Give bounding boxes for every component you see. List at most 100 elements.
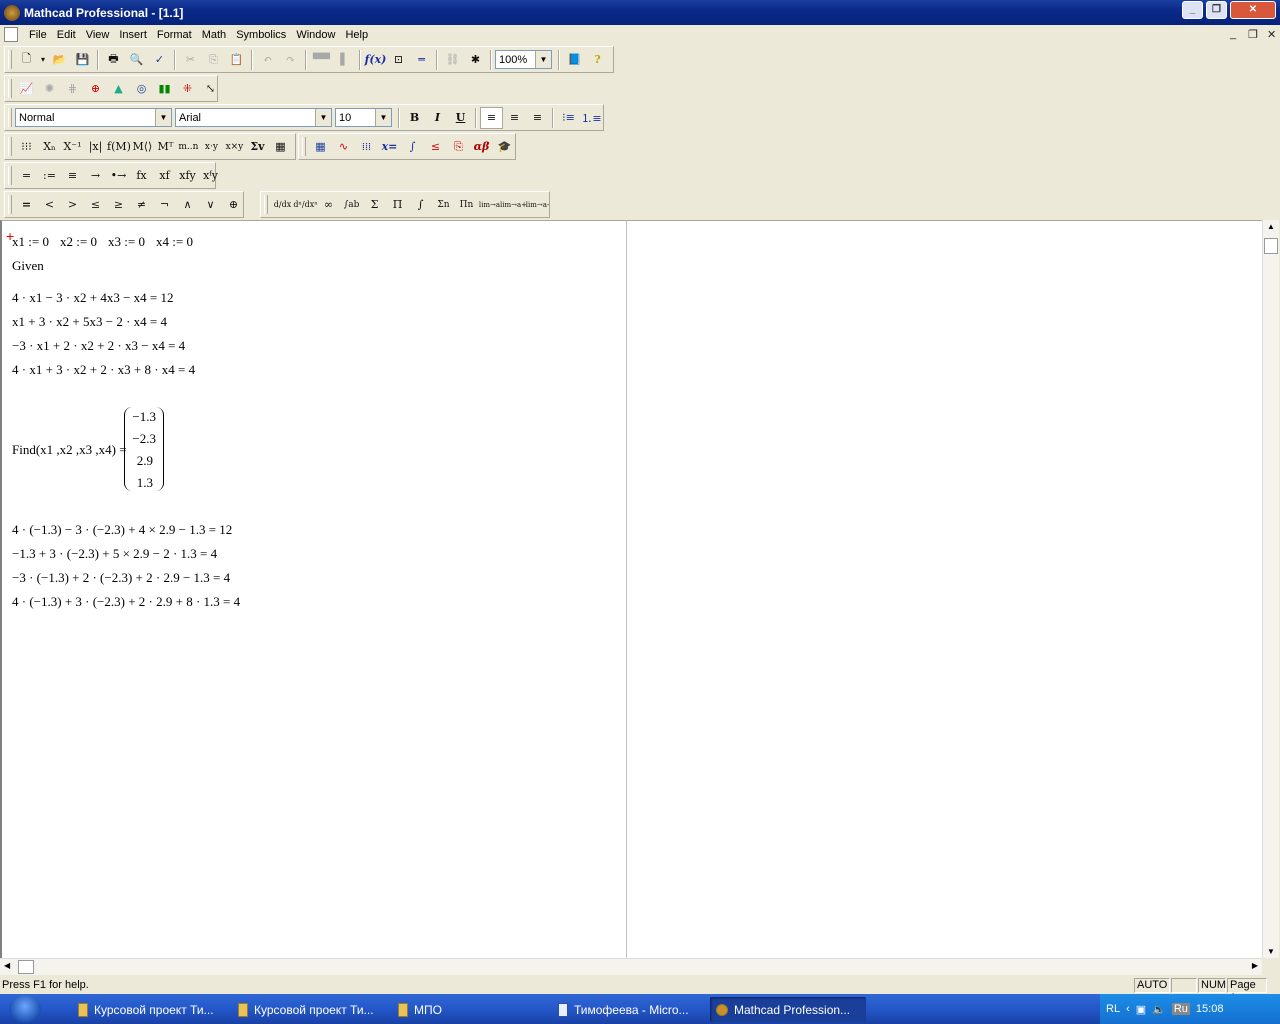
menu-window[interactable]: Window bbox=[291, 29, 340, 41]
bool-greater[interactable]: > bbox=[61, 194, 84, 216]
taskbar-item-folder-1[interactable]: Курсовой проект Ти... bbox=[72, 997, 222, 1022]
insert-unit-icon[interactable]: ⊡ bbox=[387, 49, 410, 71]
scroll-down-icon[interactable]: ▼ bbox=[1267, 947, 1275, 956]
calc-left-limit[interactable]: lim→a- bbox=[526, 194, 550, 216]
copy-icon[interactable]: ⎘ bbox=[202, 49, 225, 71]
bool-and[interactable]: ∧ bbox=[176, 194, 199, 216]
eval-equals[interactable]: = bbox=[15, 165, 38, 187]
find-expression[interactable]: Find(x1 ,x2 ,x3 ,x4) = bbox=[12, 442, 127, 458]
taskbar-item-word[interactable]: Тимофеева - Micro... bbox=[552, 997, 702, 1022]
bold-button[interactable]: B bbox=[403, 107, 426, 129]
calc-right-limit[interactable]: lim→a+ bbox=[500, 194, 527, 216]
save-icon[interactable]: 💾 bbox=[71, 49, 94, 71]
component-wizard-icon[interactable]: ✱ bbox=[464, 49, 487, 71]
bool-xor[interactable]: ⊕ bbox=[222, 194, 245, 216]
new-dropdown-icon[interactable]: ▾ bbox=[38, 49, 48, 71]
xy-plot-icon[interactable]: 📈 bbox=[15, 78, 38, 100]
bullets-icon[interactable]: ⁝≡ bbox=[557, 107, 580, 129]
horizontal-scroll-thumb[interactable] bbox=[18, 960, 34, 974]
calc-product[interactable]: Π bbox=[386, 194, 409, 216]
matrix-toolbar-icon[interactable]: ⁞⁞⁞ bbox=[355, 136, 378, 158]
plot-wizard-icon[interactable]: ⤡ bbox=[199, 78, 222, 100]
language-indicator[interactable]: RL bbox=[1106, 1003, 1120, 1015]
calc-infinity[interactable]: ∞ bbox=[317, 194, 340, 216]
doc-minimize-button[interactable]: _ bbox=[1230, 28, 1236, 40]
volume-icon[interactable]: 🔈 bbox=[1152, 1003, 1166, 1016]
column-icon[interactable]: M⟨⟩ bbox=[131, 136, 154, 158]
eval-infix[interactable]: xfy bbox=[176, 165, 199, 187]
calc-nth-derivative[interactable]: dⁿ/dxⁿ bbox=[293, 194, 317, 216]
insert-hyperlink-icon[interactable]: ⛓ bbox=[441, 49, 464, 71]
calculator-toolbar-icon[interactable]: ▦ bbox=[309, 136, 332, 158]
align-right-icon[interactable]: ≡ bbox=[526, 107, 549, 129]
calculus-toolbar-icon[interactable]: ∫ bbox=[401, 136, 424, 158]
doc-restore-button[interactable]: ❐ bbox=[1248, 28, 1258, 41]
evaluation-toolbar-icon[interactable]: x= bbox=[378, 136, 401, 158]
calc-limit[interactable]: lim→a bbox=[478, 194, 501, 216]
range-variable-icon[interactable]: m..n bbox=[177, 136, 200, 158]
restore-button[interactable]: ❐ bbox=[1206, 1, 1227, 19]
define-x1[interactable]: x1 := 0 bbox=[12, 234, 49, 250]
start-button[interactable] bbox=[0, 994, 50, 1024]
equation-3[interactable]: −3 · x1 + 2 · x2 + 2 · x3 − x4 = 4 bbox=[12, 338, 185, 354]
print-preview-icon[interactable]: 🔍 bbox=[125, 49, 148, 71]
taskbar-item-folder-2[interactable]: Курсовой проект Ти... bbox=[232, 997, 382, 1022]
worksheet[interactable]: + x1 := 0 x2 := 0 x3 := 0 x4 := 0 Given … bbox=[0, 220, 1262, 958]
scroll-up-icon[interactable]: ▲ bbox=[1267, 222, 1275, 231]
vertical-scrollbar[interactable]: ▲ ▼ bbox=[1262, 220, 1279, 958]
bool-equal[interactable]: = bbox=[15, 194, 38, 216]
show-hidden-icons-icon[interactable]: ‹ bbox=[1126, 1003, 1130, 1015]
calc-derivative[interactable]: d/dx bbox=[271, 194, 294, 216]
menu-symbolics[interactable]: Symbolics bbox=[231, 29, 291, 41]
subscript-icon[interactable]: Xₙ bbox=[38, 136, 61, 158]
insert-matrix-icon[interactable]: ⁝⁝⁝ bbox=[15, 136, 38, 158]
align-down-icon[interactable]: ▌ bbox=[333, 49, 356, 71]
eval-postfix[interactable]: xf bbox=[153, 165, 176, 187]
menu-help[interactable]: Help bbox=[340, 29, 373, 41]
spellcheck-icon[interactable]: ✓ bbox=[148, 49, 171, 71]
eval-define[interactable]: := bbox=[38, 165, 61, 187]
check-3[interactable]: −3 · (−1.3) + 2 · (−2.3) + 2 · 2.9 − 1.3… bbox=[12, 570, 230, 586]
menu-insert[interactable]: Insert bbox=[114, 29, 152, 41]
eval-treefix[interactable]: xᶠy bbox=[199, 165, 222, 187]
vector-field-icon[interactable]: ⁜ bbox=[176, 78, 199, 100]
align-center-icon[interactable]: ≡ bbox=[503, 107, 526, 129]
define-x2[interactable]: x2 := 0 bbox=[60, 234, 97, 250]
align-left-icon[interactable]: ≡ bbox=[480, 106, 503, 129]
zoom-select[interactable]: 100% ▼ bbox=[495, 50, 552, 69]
3d-bar-icon[interactable]: ◎ bbox=[130, 78, 153, 100]
eval-symbolic[interactable]: → bbox=[84, 165, 107, 187]
bool-greater-equal[interactable]: ≥ bbox=[107, 194, 130, 216]
minimize-button[interactable]: _ bbox=[1182, 1, 1203, 19]
transpose-icon[interactable]: Mᵀ bbox=[154, 136, 177, 158]
dot-product-icon[interactable]: x·y bbox=[200, 136, 223, 158]
bool-or[interactable]: ∨ bbox=[199, 194, 222, 216]
menu-file[interactable]: File bbox=[24, 29, 52, 41]
italic-button[interactable]: I bbox=[426, 107, 449, 129]
check-4[interactable]: 4 · (−1.3) + 3 · (−2.3) + 2 · 2.9 + 8 · … bbox=[12, 594, 240, 610]
calc-range-sum[interactable]: Σn bbox=[432, 194, 455, 216]
clock[interactable]: 15:08 bbox=[1196, 1003, 1224, 1015]
equation-2[interactable]: x1 + 3 · x2 + 5x3 − 2 · x4 = 4 bbox=[12, 314, 167, 330]
bool-less[interactable]: < bbox=[38, 194, 61, 216]
bool-less-equal[interactable]: ≤ bbox=[84, 194, 107, 216]
bar-chart-icon[interactable]: ▮▮ bbox=[153, 78, 176, 100]
3d-scatter-icon[interactable]: ▲ bbox=[107, 78, 130, 100]
calculate-icon[interactable]: ═ bbox=[410, 49, 433, 71]
boolean-toolbar-icon[interactable]: ≤ bbox=[424, 136, 447, 158]
insert-function-icon[interactable]: f(x) bbox=[364, 49, 387, 71]
inverse-icon[interactable]: X⁻¹ bbox=[61, 136, 84, 158]
doc-close-button[interactable]: ✕ bbox=[1267, 28, 1276, 41]
network-icon[interactable]: ▣ bbox=[1136, 1003, 1146, 1016]
graph-toolbar-icon[interactable]: ∿ bbox=[332, 136, 355, 158]
menu-edit[interactable]: Edit bbox=[52, 29, 81, 41]
greek-toolbar-icon[interactable]: αβ bbox=[470, 136, 493, 158]
check-1[interactable]: 4 · (−1.3) − 3 · (−2.3) + 4 × 2.9 − 1.3 … bbox=[12, 522, 232, 538]
check-2[interactable]: −1.3 + 3 · (−2.3) + 5 × 2.9 − 2 · 1.3 = … bbox=[12, 546, 217, 562]
eval-prefix[interactable]: fx bbox=[130, 165, 153, 187]
calc-definite-integral[interactable]: ∫ab bbox=[340, 194, 363, 216]
underline-button[interactable]: U bbox=[449, 107, 472, 129]
define-x4[interactable]: x4 := 0 bbox=[156, 234, 193, 250]
eval-keyword-symbolic[interactable]: •→ bbox=[107, 165, 130, 187]
vectorize-icon[interactable]: f(M) bbox=[107, 136, 131, 158]
